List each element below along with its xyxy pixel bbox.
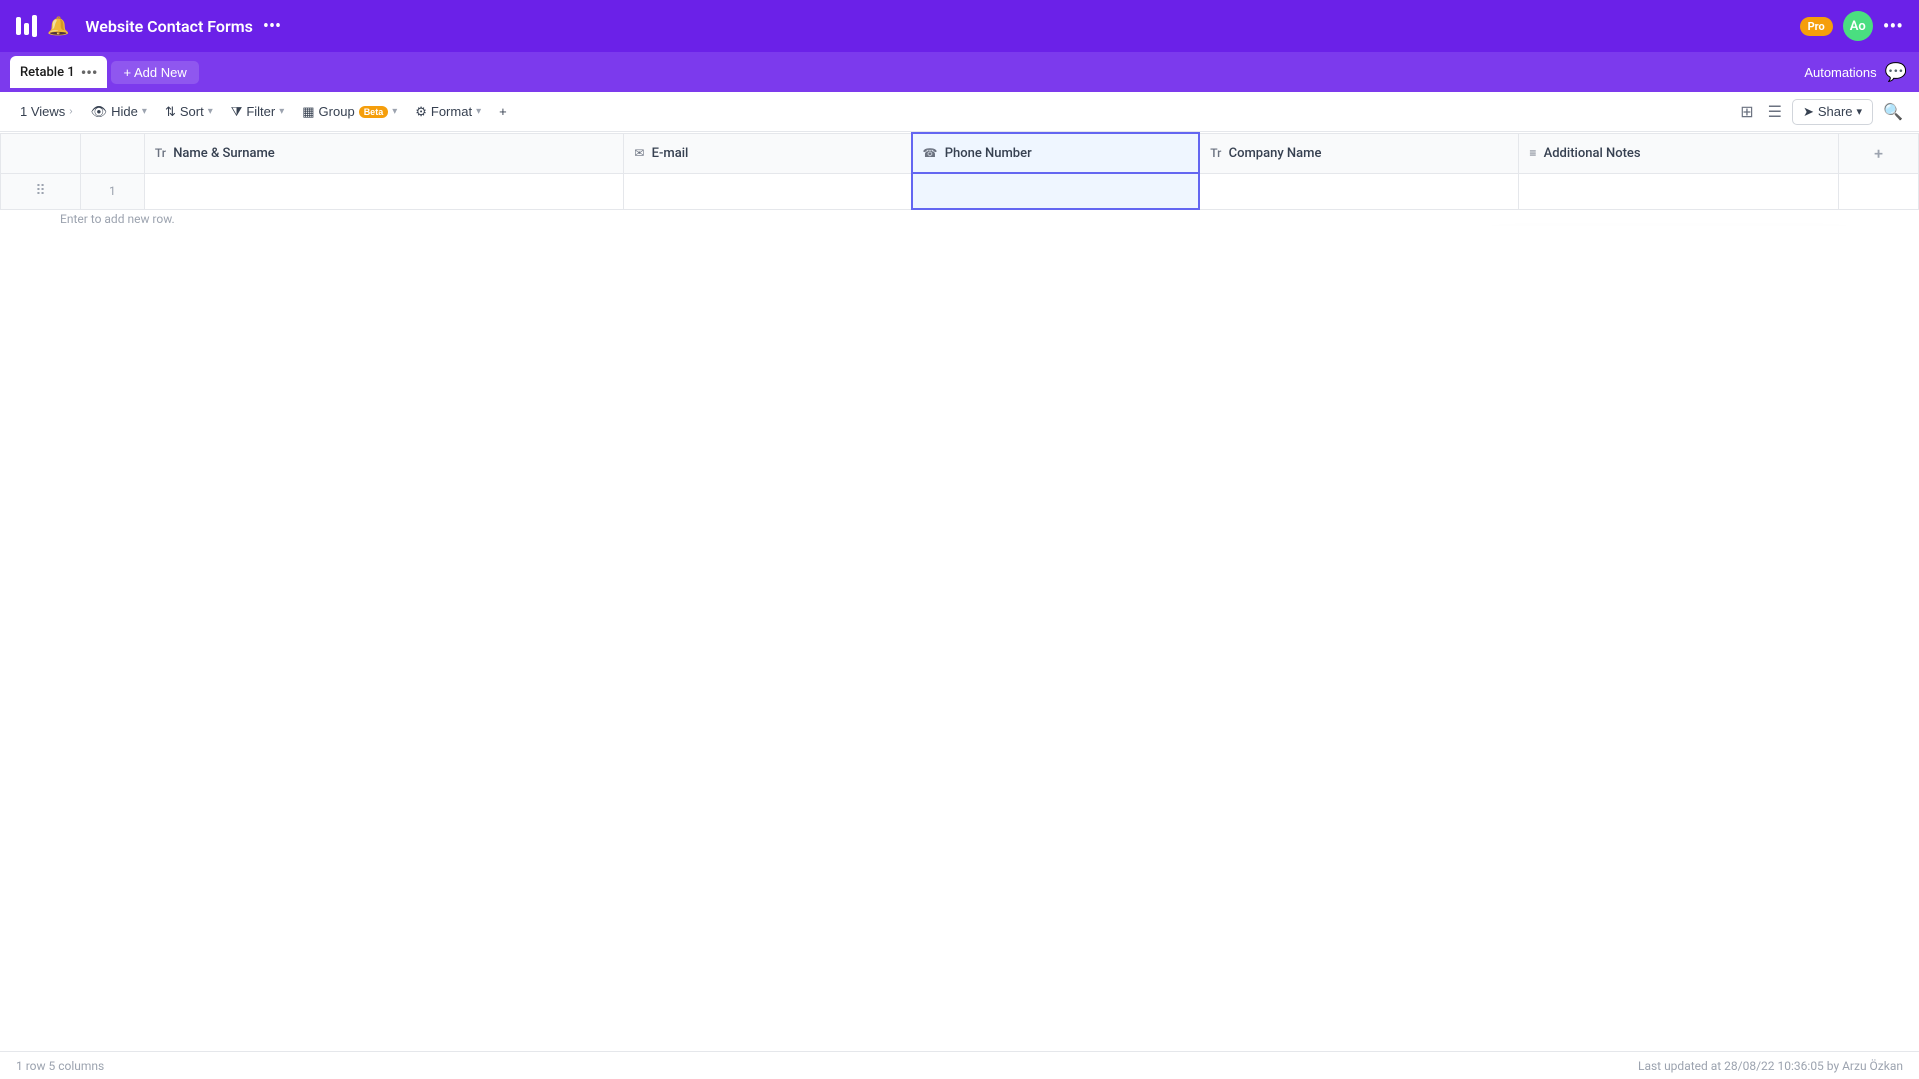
share-button[interactable]: ➤ Share ▾ [1792, 99, 1873, 125]
sort-chevron-icon: ▾ [208, 106, 213, 117]
drag-handle-header [1, 133, 81, 173]
tabbar-right: Automations 💬 [1804, 62, 1919, 83]
col-header-notes[interactable]: ≡ Additional Notes [1519, 133, 1839, 173]
grid-view-icon[interactable]: ⊞ [1736, 98, 1757, 125]
logo-bar-2 [24, 23, 29, 35]
cell-name[interactable] [144, 173, 624, 209]
title-more-button[interactable]: ••• [263, 16, 281, 37]
notes-col-label: Additional Notes [1544, 146, 1641, 161]
statusbar: 1 row 5 columns Last updated at 28/08/22… [0, 1051, 1919, 1079]
toolbar-right: ⊞ ☰ ➤ Share ▾ 🔍 [1736, 98, 1907, 125]
avatar[interactable]: Ao [1843, 11, 1873, 41]
email-col-icon: ✉ [634, 146, 644, 160]
hide-chevron-icon: ▾ [142, 106, 147, 117]
views-button[interactable]: 1 Views › [12, 100, 81, 123]
tabbar: Retable 1 ••• + Add New Automations 💬 [0, 52, 1919, 92]
topbar-left: 🔔 Website Contact Forms ••• [16, 15, 281, 37]
hide-icon: 👁 [91, 104, 108, 120]
beta-badge: Beta [359, 106, 389, 118]
phone-col-label: Phone Number [945, 146, 1032, 161]
share-icon: ➤ [1803, 104, 1814, 120]
drag-handle-cell[interactable]: ⠿ [1, 173, 81, 209]
add-new-button[interactable]: + Add New [111, 61, 198, 84]
app-title: Website Contact Forms [85, 17, 252, 36]
add-column-button[interactable]: + [1839, 133, 1919, 173]
col-header-email[interactable]: ✉ E-mail [624, 133, 912, 173]
phone-col-icon: ☎ [923, 146, 938, 160]
statusbar-left: 1 row 5 columns [16, 1059, 104, 1073]
logo-bar-1 [16, 17, 21, 35]
col-header-company[interactable]: Tr Company Name [1199, 133, 1519, 173]
list-view-icon[interactable]: ☰ [1764, 98, 1786, 125]
toolbar-left: 1 Views › 👁 Hide ▾ ⇅ Sort ▾ ⧩ Filter ▾ ▦… [12, 100, 515, 124]
format-icon: ⚙ [415, 104, 427, 120]
filter-chevron-icon: ▾ [279, 106, 284, 117]
row-number-header [80, 133, 144, 173]
notes-col-icon: ≡ [1529, 146, 1536, 160]
active-tab[interactable]: Retable 1 ••• [10, 56, 107, 88]
topbar: 🔔 Website Contact Forms ••• Pro Ao ••• [0, 0, 1919, 52]
filter-button[interactable]: ⧩ Filter ▾ [223, 100, 293, 124]
app-logo [16, 15, 37, 37]
group-chevron-icon: ▾ [392, 106, 397, 117]
plus-toolbar-button[interactable]: + [491, 100, 515, 123]
table-container: Tr Name & Surname ✉ E-mail ☎ Phone Numbe… [0, 132, 1919, 226]
automations-button[interactable]: Automations [1804, 65, 1876, 80]
tabbar-left: Retable 1 ••• + Add New [10, 56, 199, 88]
group-icon: ▦ [302, 104, 314, 120]
tab-more-button[interactable]: ••• [81, 63, 98, 82]
views-label: 1 Views [20, 104, 65, 119]
col-header-phone[interactable]: ☎ Phone Number [912, 133, 1200, 173]
data-table: Tr Name & Surname ✉ E-mail ☎ Phone Numbe… [0, 132, 1919, 210]
toolbar: 1 Views › 👁 Hide ▾ ⇅ Sort ▾ ⧩ Filter ▾ ▦… [0, 92, 1919, 132]
name-col-label: Name & Surname [173, 146, 275, 161]
chat-icon[interactable]: 💬 [1885, 62, 1907, 83]
views-chevron-icon: › [69, 106, 72, 117]
name-col-icon: Tr [155, 146, 166, 160]
hide-button[interactable]: 👁 Hide ▾ [83, 100, 155, 124]
cell-notes[interactable] [1519, 173, 1839, 209]
group-button[interactable]: ▦ Group Beta ▾ [294, 100, 405, 124]
topbar-right: Pro Ao ••• [1800, 11, 1903, 41]
pro-badge: Pro [1800, 17, 1833, 36]
logo-bar-3 [32, 15, 37, 37]
sort-icon: ⇅ [165, 104, 176, 120]
bell-icon: 🔔 [47, 16, 69, 37]
statusbar-right: Last updated at 28/08/22 10:36:05 by Arz… [1638, 1059, 1903, 1073]
sort-button[interactable]: ⇅ Sort ▾ [157, 100, 221, 124]
filter-icon: ⧩ [231, 104, 243, 120]
add-row-hint: Enter to add new row. [0, 212, 1919, 226]
company-col-label: Company Name [1229, 146, 1322, 161]
cell-company[interactable] [1199, 173, 1519, 209]
format-chevron-icon: ▾ [476, 106, 481, 117]
row-number-cell: 1 [80, 173, 144, 209]
topbar-more-button[interactable]: ••• [1883, 14, 1903, 38]
cell-email[interactable] [624, 173, 912, 209]
share-chevron-icon: ▾ [1857, 105, 1863, 118]
company-col-icon: Tr [1210, 146, 1221, 160]
cell-phone[interactable] [912, 173, 1200, 209]
cell-add-empty [1839, 173, 1919, 209]
format-button[interactable]: ⚙ Format ▾ [407, 100, 489, 124]
col-header-name[interactable]: Tr Name & Surname [144, 133, 624, 173]
tab-label: Retable 1 [20, 65, 75, 80]
email-col-label: E-mail [652, 146, 689, 161]
search-icon[interactable]: 🔍 [1879, 98, 1907, 125]
table-row: ⠿ 1 [1, 173, 1919, 209]
